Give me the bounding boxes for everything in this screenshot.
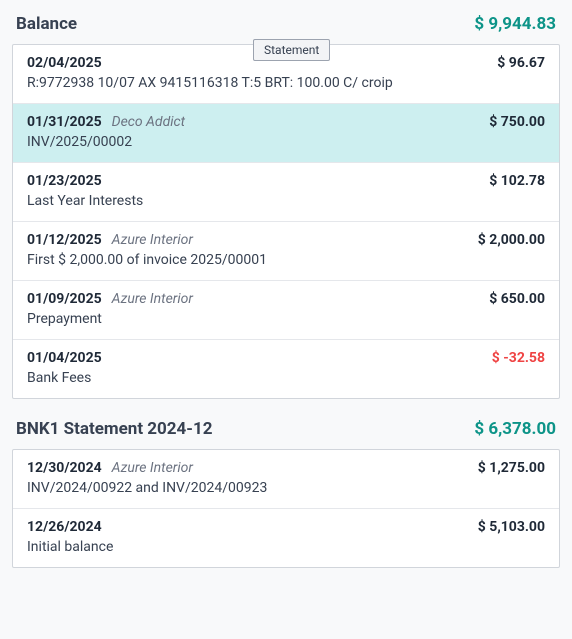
transaction-date: 01/31/2025 bbox=[27, 114, 102, 130]
transaction-partner: Azure Interior bbox=[112, 232, 193, 248]
section-amount: $ 6,378.00 bbox=[474, 419, 556, 439]
transaction-row[interactable]: 01/09/2025 Azure Interior $ 650.00 Prepayme… bbox=[13, 281, 559, 340]
transaction-date: 01/09/2025 bbox=[27, 291, 102, 307]
transaction-row[interactable]: 01/23/2025 $ 102.78 Last Year Interests bbox=[13, 163, 559, 222]
transaction-amount: $ 2,000.00 bbox=[478, 232, 545, 248]
transaction-partner: Deco Addict bbox=[112, 114, 185, 130]
transaction-description: Bank Fees bbox=[27, 370, 545, 386]
transaction-description: First $ 2,000.00 of invoice 2025/00001 bbox=[27, 252, 545, 268]
statement-section: BNK1 Statement 2024-12 $ 6,378.00 12/30/20… bbox=[12, 413, 560, 568]
section-title: BNK1 Statement 2024-12 bbox=[16, 419, 213, 439]
statement-section: Balance $ 9,944.83 Statement 02/04/2025 $ 96… bbox=[12, 8, 560, 399]
transaction-description: Prepayment bbox=[27, 311, 545, 327]
transaction-amount: $ 102.78 bbox=[489, 173, 545, 189]
transaction-partner: Azure Interior bbox=[112, 460, 193, 476]
tooltip: Statement bbox=[253, 39, 330, 61]
transaction-row[interactable]: 01/12/2025 Azure Interior $ 2,000.00 First … bbox=[13, 222, 559, 281]
transaction-date: 02/04/2025 bbox=[27, 55, 102, 71]
section-amount: $ 9,944.83 bbox=[474, 14, 556, 34]
transaction-row[interactable]: 01/04/2025 $ -32.58 Bank Fees bbox=[13, 340, 559, 398]
transaction-row[interactable]: Statement02/04/2025$ 96.67R:9772938 10/0… bbox=[13, 45, 559, 104]
transaction-date: 01/04/2025 bbox=[27, 350, 102, 366]
transaction-amount: $ 5,103.00 bbox=[478, 519, 545, 535]
section-title: Balance bbox=[16, 14, 77, 34]
transaction-amount: $ 650.00 bbox=[489, 291, 545, 307]
transaction-row[interactable]: 12/26/2024 $ 5,103.00 Initial balance bbox=[13, 509, 559, 567]
transaction-amount: $ -32.58 bbox=[492, 350, 545, 366]
transaction-date: 01/23/2025 bbox=[27, 173, 102, 189]
transaction-date: 01/12/2025 bbox=[27, 232, 102, 248]
transaction-list: Statement02/04/2025$ 96.67R:9772938 10/0… bbox=[12, 44, 560, 399]
transaction-list: 12/30/2024 Azure Interior $ 1,275.00 INV/20… bbox=[12, 449, 560, 568]
transaction-description: INV/2025/00002 bbox=[27, 134, 545, 150]
transaction-date: 12/30/2024 bbox=[27, 460, 102, 476]
transaction-row[interactable]: 12/30/2024 Azure Interior $ 1,275.00 INV/20… bbox=[13, 450, 559, 509]
transaction-partner: Azure Interior bbox=[112, 291, 193, 307]
transaction-amount: $ 1,275.00 bbox=[478, 460, 545, 476]
transaction-row[interactable]: 01/31/2025 Deco Addict $ 750.00 INV/2025/00… bbox=[13, 104, 559, 163]
transaction-description: INV/2024/00922 and INV/2024/00923 bbox=[27, 480, 545, 496]
transaction-description: R:9772938 10/07 AX 9415116318 T:5 BRT: 1… bbox=[27, 75, 545, 91]
section-header: BNK1 Statement 2024-12 $ 6,378.00 bbox=[12, 413, 560, 449]
transaction-date: 12/26/2024 bbox=[27, 519, 102, 535]
transaction-description: Last Year Interests bbox=[27, 193, 545, 209]
transaction-description: Initial balance bbox=[27, 539, 545, 555]
transaction-amount: $ 96.67 bbox=[497, 55, 545, 71]
transaction-amount: $ 750.00 bbox=[489, 114, 545, 130]
